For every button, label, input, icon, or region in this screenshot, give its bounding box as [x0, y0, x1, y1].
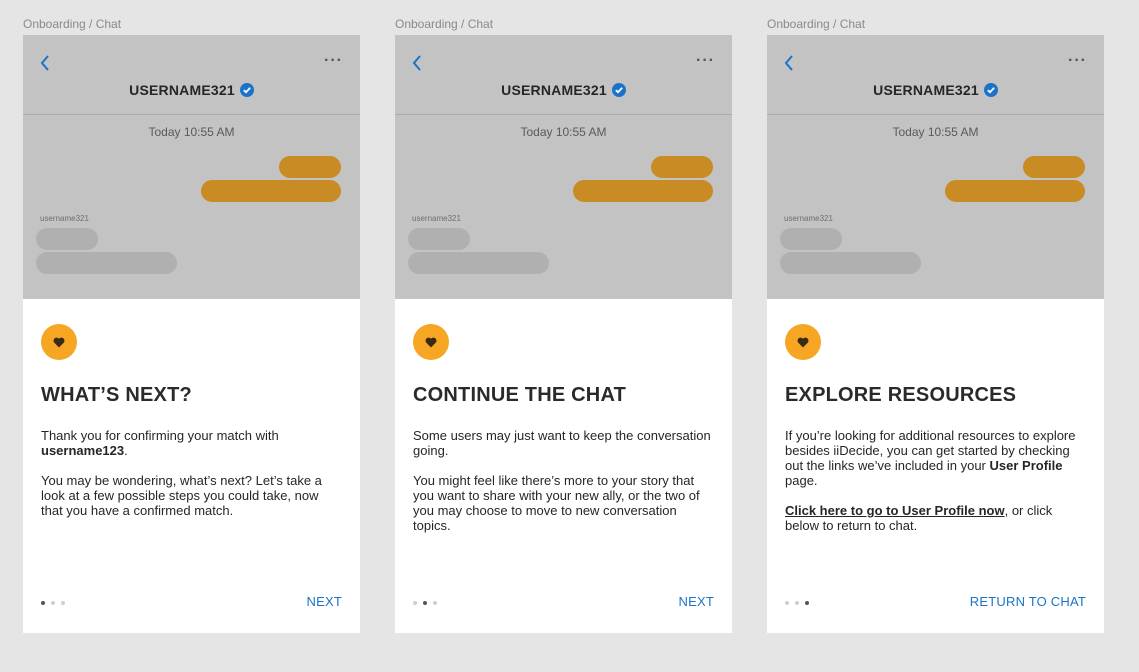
outgoing-message-bubble	[651, 156, 713, 178]
chat-header: ··· USERNAME321	[23, 35, 360, 115]
sender-name: username321	[412, 214, 461, 223]
chat-header: ··· USERNAME321	[767, 35, 1104, 115]
heart-icon	[53, 337, 65, 347]
chevron-left-icon[interactable]	[410, 53, 424, 73]
outgoing-message-bubble	[201, 180, 341, 202]
onboarding-content: WHAT’S NEXT? Thank you for confirming yo…	[23, 299, 360, 633]
pagination-dot-active	[805, 601, 809, 605]
message-timestamp: Today 10:55 AM	[892, 125, 979, 139]
pagination-dots	[41, 601, 65, 605]
message-timestamp: Today 10:55 AM	[520, 125, 607, 139]
pagination-dot	[51, 601, 55, 605]
more-horizontal-icon[interactable]: ···	[696, 52, 715, 70]
onboarding-screen-1: Onboarding / Chat ··· USERNAME321 Today …	[23, 17, 360, 633]
pagination-dot	[413, 601, 417, 605]
sender-name: username321	[40, 214, 89, 223]
outgoing-message-bubble	[573, 180, 713, 202]
phone-frame: ··· USERNAME321 Today 10:55 AM username3…	[395, 35, 732, 633]
chat-preview: ··· USERNAME321 Today 10:55 AM username3…	[767, 35, 1104, 299]
chat-preview: ··· USERNAME321 Today 10:55 AM username3…	[395, 35, 732, 299]
heart-icon	[797, 337, 809, 347]
chat-username: USERNAME321	[767, 82, 1104, 98]
onboarding-screen-2: Onboarding / Chat ··· USERNAME321 Today …	[395, 17, 732, 633]
chat-username: USERNAME321	[395, 82, 732, 98]
heart-icon	[425, 337, 437, 347]
onboarding-paragraph: You may be wondering, what’s next? Let’s…	[41, 473, 322, 518]
pagination-dot	[61, 601, 65, 605]
onboarding-heading: CONTINUE THE CHAT	[413, 384, 627, 406]
return-to-chat-button[interactable]: RETURN TO CHAT	[970, 594, 1086, 609]
frame-label: Onboarding / Chat	[767, 17, 866, 31]
pagination-dot	[433, 601, 437, 605]
pagination-dot	[785, 601, 789, 605]
chevron-left-icon[interactable]	[782, 53, 796, 73]
onboarding-paragraph: You might feel like there’s more to your…	[413, 473, 700, 533]
message-timestamp: Today 10:55 AM	[148, 125, 235, 139]
onboarding-heading: EXPLORE RESOURCES	[785, 384, 1017, 406]
chat-header: ··· USERNAME321	[395, 35, 732, 115]
onboarding-paragraph: If you’re looking for additional resourc…	[785, 428, 1076, 488]
onboarding-screen-3: Onboarding / Chat ··· USERNAME321 Today …	[767, 17, 1104, 633]
pagination-dots	[785, 601, 809, 605]
frame-label: Onboarding / Chat	[395, 17, 494, 31]
outgoing-message-bubble	[1023, 156, 1085, 178]
pagination-dot-active	[423, 601, 427, 605]
pagination-dot-active	[41, 601, 45, 605]
more-horizontal-icon[interactable]: ···	[324, 52, 343, 70]
incoming-message-bubble	[36, 252, 177, 274]
pagination-dots	[413, 601, 437, 605]
chat-username: USERNAME321	[23, 82, 360, 98]
incoming-message-bubble	[780, 252, 921, 274]
user-profile-link[interactable]: Click here to go to User Profile now	[785, 503, 1005, 518]
heart-badge	[785, 324, 821, 360]
next-button[interactable]: NEXT	[679, 594, 714, 609]
onboarding-paragraph: Some users may just want to keep the con…	[413, 428, 711, 458]
incoming-message-bubble	[36, 228, 98, 250]
onboarding-content: EXPLORE RESOURCES If you’re looking for …	[767, 299, 1104, 633]
outgoing-message-bubble	[279, 156, 341, 178]
onboarding-content: CONTINUE THE CHAT Some users may just wa…	[395, 299, 732, 633]
verified-badge-icon	[983, 83, 998, 97]
more-horizontal-icon[interactable]: ···	[1068, 52, 1087, 70]
next-button[interactable]: NEXT	[307, 594, 342, 609]
incoming-message-bubble	[408, 252, 549, 274]
heart-badge	[41, 324, 77, 360]
heart-badge	[413, 324, 449, 360]
phone-frame: ··· USERNAME321 Today 10:55 AM username3…	[23, 35, 360, 633]
onboarding-paragraph: Thank you for confirming your match with…	[41, 428, 279, 458]
chat-preview: ··· USERNAME321 Today 10:55 AM username3…	[23, 35, 360, 299]
incoming-message-bubble	[408, 228, 470, 250]
verified-badge-icon	[611, 83, 626, 97]
frame-label: Onboarding / Chat	[23, 17, 122, 31]
outgoing-message-bubble	[945, 180, 1085, 202]
incoming-message-bubble	[780, 228, 842, 250]
pagination-dot	[795, 601, 799, 605]
verified-badge-icon	[239, 83, 254, 97]
onboarding-heading: WHAT’S NEXT?	[41, 384, 192, 406]
chevron-left-icon[interactable]	[38, 53, 52, 73]
sender-name: username321	[784, 214, 833, 223]
phone-frame: ··· USERNAME321 Today 10:55 AM username3…	[767, 35, 1104, 633]
onboarding-paragraph: Click here to go to User Profile now, or…	[785, 503, 1053, 533]
